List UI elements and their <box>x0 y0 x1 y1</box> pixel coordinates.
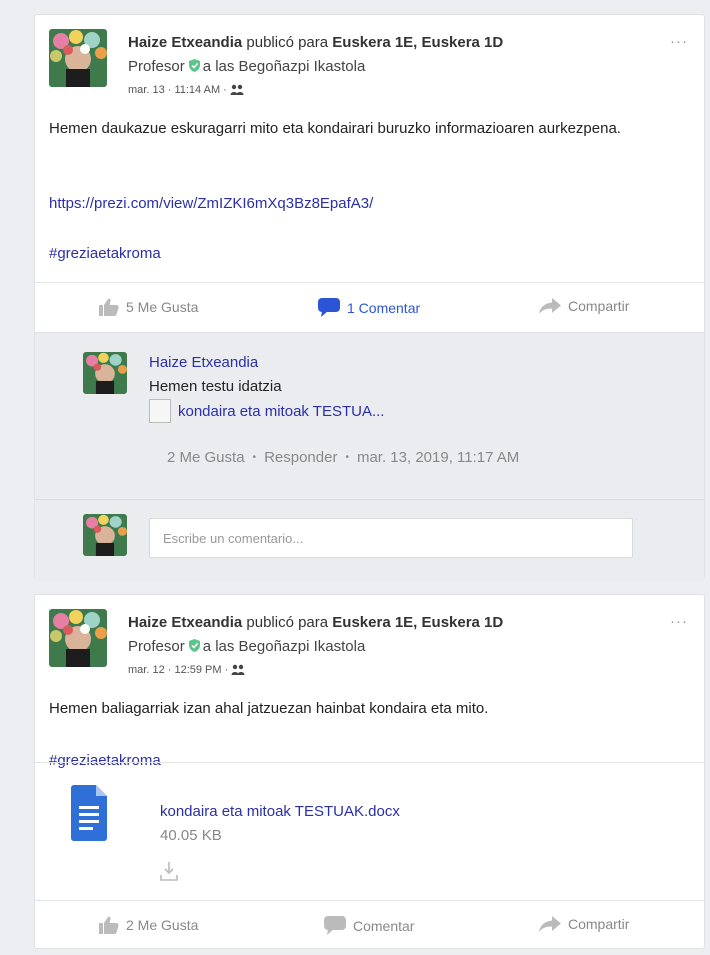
comment-label: 1 Comentar <box>347 299 421 316</box>
thumbs-up-icon <box>99 298 119 316</box>
share-button[interactable]: Compartir <box>539 916 629 932</box>
share-label: Compartir <box>568 916 630 932</box>
current-user-avatar <box>83 514 127 556</box>
comment-attachment-name: kondaira eta mitoak TESTUA... <box>178 402 385 420</box>
comment-button[interactable]: 1 Comentar <box>318 298 420 317</box>
like-button[interactable]: 2 Me Gusta <box>99 916 198 934</box>
post-text: Hemen baliagarriak izan ahal jatzuezan h… <box>49 700 489 717</box>
more-options-icon[interactable]: ··· <box>670 33 688 50</box>
comment-date: mar. 13, 2019, 11:17 AM <box>356 449 520 466</box>
avatar-image <box>49 609 107 667</box>
author-name[interactable]: Haize Etxeandia <box>128 34 242 51</box>
separator-dot: • <box>345 452 349 463</box>
post-card: Haize Etxeandia publicó para Euskera 1E,… <box>34 14 705 581</box>
comments-divider <box>35 499 704 500</box>
role-label: Profesor <box>128 58 185 75</box>
separator-dot: • <box>252 452 257 463</box>
comment-bubble-icon <box>324 916 346 935</box>
role-label: Profesor <box>128 638 185 655</box>
post-role-line: Profesor a las Begoñazpi Ikastola <box>128 58 365 75</box>
post-author-line: Haize Etxeandia publicó para Euskera 1E,… <box>128 34 503 51</box>
comment-label: Comentar <box>353 917 415 934</box>
post-date: mar. 13 · 11:14 AM · <box>128 84 227 96</box>
comments-section: Haize Etxeandia Hemen testu idatzia kond… <box>35 332 704 581</box>
post-timestamp-line: mar. 13 · 11:14 AM · <box>128 84 244 96</box>
verified-shield-icon <box>188 639 200 652</box>
thumbs-up-icon <box>99 916 119 934</box>
comment-attachment[interactable]: kondaira eta mitoak TESTUA... <box>149 399 384 423</box>
verified-shield-icon <box>188 59 200 72</box>
post-timestamp-line: mar. 12 · 12:59 PM · <box>128 664 245 676</box>
comment-text: Hemen testu idatzia <box>149 378 282 395</box>
share-arrow-icon <box>539 298 561 314</box>
comment-button[interactable]: Comentar <box>324 916 414 935</box>
like-button[interactable]: 5 Me Gusta <box>99 298 198 316</box>
school-label: a las Begoñazpi Ikastola <box>202 638 366 655</box>
comment-likes[interactable]: 2 Me Gusta <box>167 449 245 466</box>
audience-people-icon <box>230 84 244 95</box>
like-label: 2 Me Gusta <box>126 917 199 933</box>
like-label: 5 Me Gusta <box>126 299 199 315</box>
post-role-line: Profesor a las Begoñazpi Ikastola <box>128 638 365 655</box>
school-label: a las Begoñazpi Ikastola <box>202 58 366 75</box>
post-header: Haize Etxeandia publicó para Euskera 1E,… <box>35 595 704 695</box>
comment-input[interactable] <box>149 518 633 558</box>
post-author-line: Haize Etxeandia publicó para Euskera 1E,… <box>128 614 503 631</box>
file-thumbnail-icon <box>149 399 171 423</box>
post-date: mar. 12 · 12:59 PM · <box>128 664 229 676</box>
google-doc-icon[interactable] <box>71 785 107 841</box>
post-actions-bar: 5 Me Gusta 1 Comentar Compartir <box>35 282 704 332</box>
post-hashtag[interactable]: #greziaetakroma <box>49 245 161 262</box>
download-icon[interactable] <box>160 861 178 881</box>
post-text: Hemen daukazue eskuragarri mito eta kond… <box>49 120 621 137</box>
target-groups[interactable]: Euskera 1E, Euskera 1D <box>332 34 503 51</box>
comment-bubble-icon <box>318 298 340 317</box>
post-hashtag-wrap: #greziaetakroma <box>49 243 689 265</box>
post-actions-bar: 2 Me Gusta Comentar Compartir <box>35 900 704 950</box>
post-url-wrap: https://prezi.com/view/ZmIZKI6mXq3Bz8Epa… <box>49 193 689 215</box>
attachment-name[interactable]: kondaira eta mitoak TESTUAK.docx <box>160 803 400 820</box>
attachment-card: kondaira eta mitoak TESTUAK.docx 40.05 K… <box>35 762 704 901</box>
audience-people-icon <box>231 664 245 675</box>
more-options-icon[interactable]: ··· <box>670 613 688 630</box>
post-card: Haize Etxeandia publicó para Euskera 1E,… <box>34 594 705 949</box>
post-link[interactable]: https://prezi.com/view/ZmIZKI6mXq3Bz8Epa… <box>49 195 373 212</box>
attachment-size: 40.05 KB <box>160 827 222 844</box>
share-arrow-icon <box>539 916 561 932</box>
comment-author[interactable]: Haize Etxeandia <box>149 354 258 371</box>
avatar[interactable] <box>49 609 107 667</box>
commenter-avatar[interactable] <box>83 352 127 394</box>
published-for-label: publicó para <box>246 614 329 631</box>
avatar-image <box>83 514 127 556</box>
post-header: Haize Etxeandia publicó para Euskera 1E,… <box>35 15 704 115</box>
target-groups[interactable]: Euskera 1E, Euskera 1D <box>332 614 503 631</box>
avatar-image <box>83 352 127 394</box>
comment-meta: 2 Me Gusta • Responder • mar. 13, 2019, 11:1… <box>167 449 519 466</box>
share-button[interactable]: Compartir <box>539 298 629 314</box>
avatar[interactable] <box>49 29 107 87</box>
author-name[interactable]: Haize Etxeandia <box>128 614 242 631</box>
avatar-image <box>49 29 107 87</box>
share-label: Compartir <box>568 298 630 314</box>
published-for-label: publicó para <box>246 34 329 51</box>
reply-button[interactable]: Responder <box>264 449 337 466</box>
